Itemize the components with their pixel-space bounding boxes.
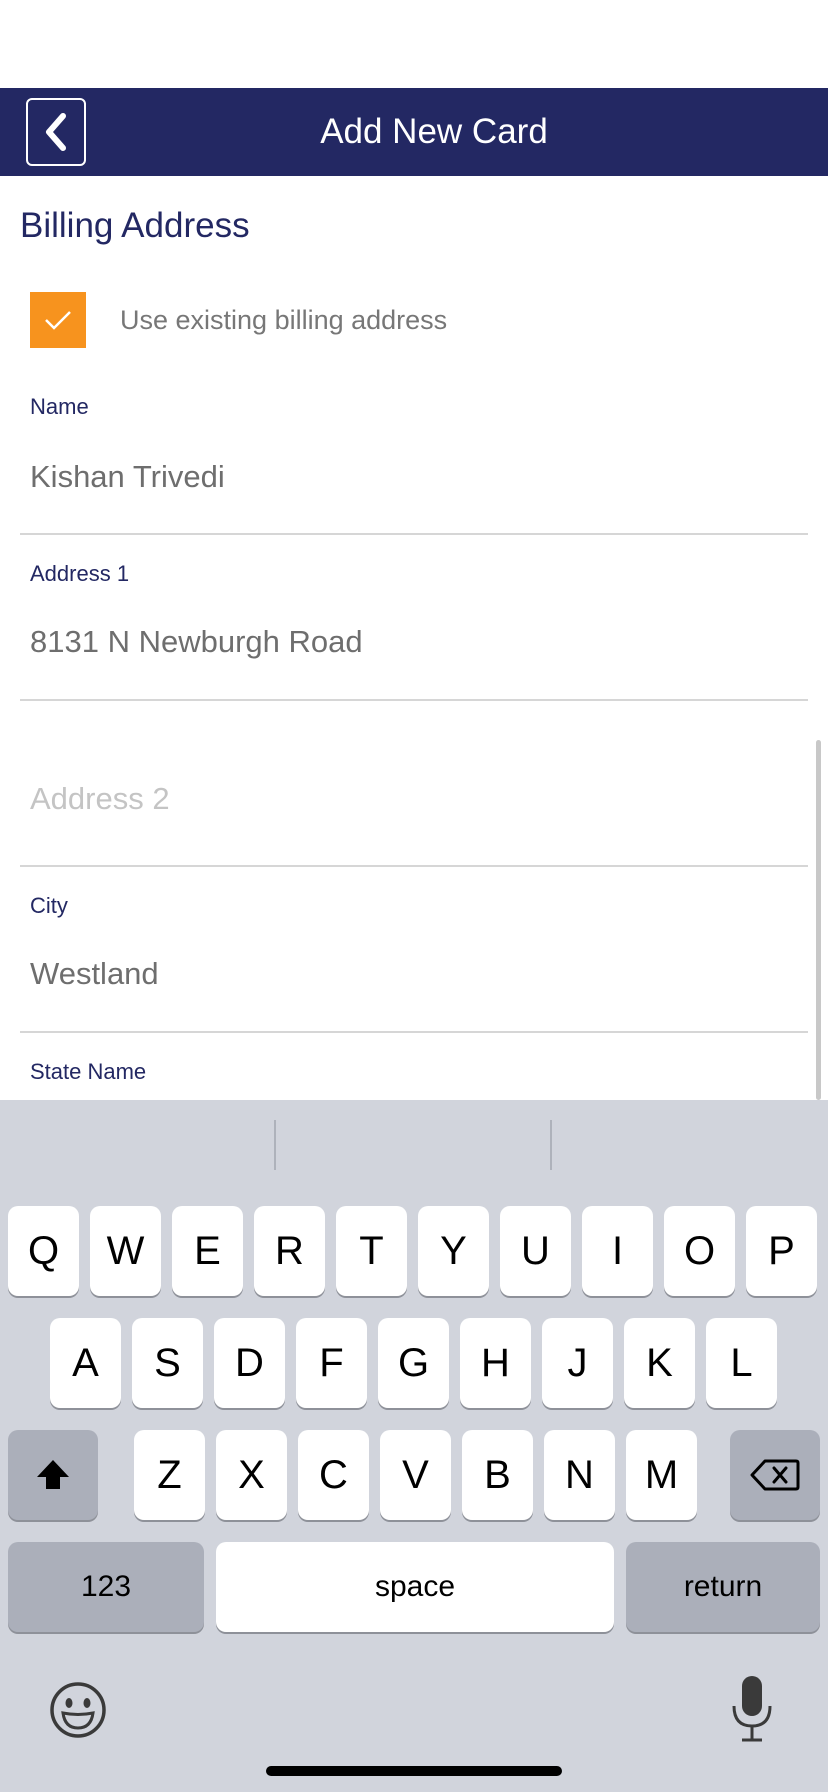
section-title: Billing Address (20, 206, 250, 245)
backspace-icon (750, 1459, 800, 1491)
name-label: Name (30, 394, 89, 419)
key-a[interactable]: A (50, 1318, 121, 1408)
keyboard: QWERTYUIOP ASDFGHJKL ZXCVBNM 123 space r… (0, 1100, 828, 1792)
use-existing-address-label: Use existing billing address (120, 304, 448, 335)
key-w[interactable]: W (90, 1206, 161, 1296)
home-indicator (266, 1766, 562, 1776)
key-d[interactable]: D (214, 1318, 285, 1408)
key-y[interactable]: Y (418, 1206, 489, 1296)
key-x[interactable]: X (216, 1430, 287, 1520)
space-key[interactable]: space (216, 1542, 614, 1632)
key-i[interactable]: I (582, 1206, 653, 1296)
key-j[interactable]: J (542, 1318, 613, 1408)
key-k[interactable]: K (624, 1318, 695, 1408)
address1-label: Address 1 (30, 561, 130, 586)
key-m[interactable]: M (626, 1430, 697, 1520)
shift-arrow-icon (37, 1460, 69, 1489)
numbers-key[interactable]: 123 (8, 1542, 204, 1632)
use-existing-address-row[interactable]: Use existing billing address (30, 292, 447, 348)
city-label: City (30, 893, 68, 918)
nav-bar: Add New Card (0, 88, 828, 176)
back-button[interactable] (26, 98, 86, 166)
suggestion-divider (550, 1120, 552, 1170)
key-v[interactable]: V (380, 1430, 451, 1520)
key-h[interactable]: H (460, 1318, 531, 1408)
city-value[interactable]: Westland (30, 956, 159, 992)
suggestion-divider (274, 1120, 276, 1170)
key-r[interactable]: R (254, 1206, 325, 1296)
key-t[interactable]: T (336, 1206, 407, 1296)
scrollbar[interactable] (816, 740, 821, 1100)
key-g[interactable]: G (378, 1318, 449, 1408)
address2-field[interactable] (20, 701, 808, 867)
emoji-icon[interactable] (48, 1680, 108, 1740)
shift-key[interactable] (8, 1430, 98, 1520)
name-value[interactable]: Kishan Trivedi (30, 459, 225, 495)
key-z[interactable]: Z (134, 1430, 205, 1520)
return-key[interactable]: return (626, 1542, 820, 1632)
key-o[interactable]: O (664, 1206, 735, 1296)
key-b[interactable]: B (462, 1430, 533, 1520)
chevron-left-icon (46, 113, 66, 151)
checkmark-icon (45, 311, 71, 330)
address1-value[interactable]: 8131 N Newburgh Road (30, 624, 363, 660)
address2-input[interactable] (30, 781, 790, 817)
key-f[interactable]: F (296, 1318, 367, 1408)
microphone-icon[interactable] (728, 1674, 776, 1744)
name-field[interactable]: Name Kishan Trivedi (20, 384, 808, 535)
backspace-key[interactable] (730, 1430, 820, 1520)
key-p[interactable]: P (746, 1206, 817, 1296)
use-existing-address-checkbox[interactable] (30, 292, 86, 348)
key-e[interactable]: E (172, 1206, 243, 1296)
key-n[interactable]: N (544, 1430, 615, 1520)
state-field[interactable]: State Name (20, 1033, 808, 1100)
key-l[interactable]: L (706, 1318, 777, 1408)
status-bar (0, 0, 828, 88)
key-c[interactable]: C (298, 1430, 369, 1520)
page-title: Add New Card (320, 112, 548, 151)
key-q[interactable]: Q (8, 1206, 79, 1296)
address1-field[interactable]: Address 1 8131 N Newburgh Road (20, 535, 808, 701)
suggestion-bar (0, 1100, 828, 1200)
key-s[interactable]: S (132, 1318, 203, 1408)
state-label: State Name (30, 1059, 147, 1084)
city-field[interactable]: City Westland (20, 867, 808, 1033)
key-u[interactable]: U (500, 1206, 571, 1296)
